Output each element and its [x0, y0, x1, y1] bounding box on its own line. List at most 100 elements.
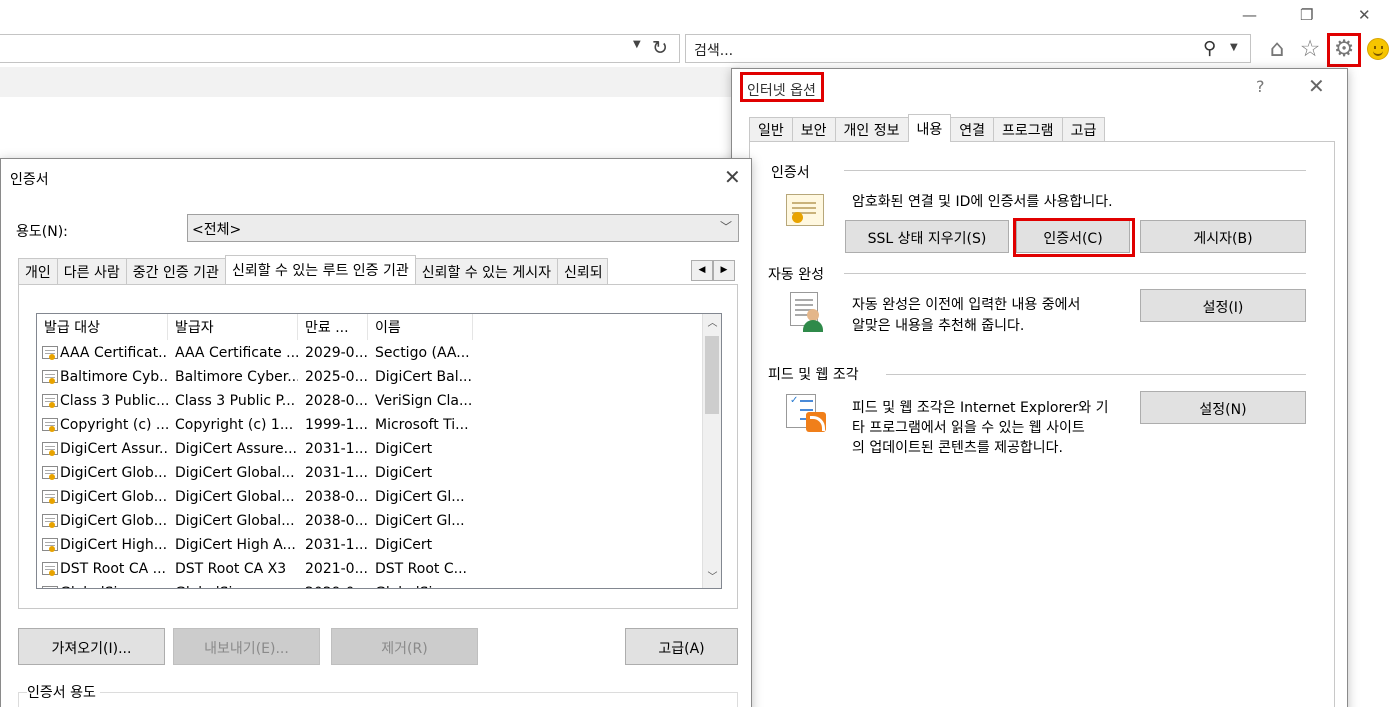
- certificates-description: 암호화된 연결 및 ID에 인증서를 사용합니다.: [852, 194, 1113, 210]
- address-dropdown-icon[interactable]: ▼: [633, 39, 641, 50]
- section-divider: [844, 170, 1306, 171]
- tab-scroll-right-button[interactable]: ▶: [713, 260, 735, 281]
- column-expiration[interactable]: 만료 ...: [298, 314, 368, 340]
- cell-expiration: 1999-1...: [298, 417, 368, 433]
- cell-text: Class 3 Public P...: [175, 393, 296, 409]
- feeds-description-line2: 타 프로그램에서 읽을 수 있는 웹 사이트: [852, 420, 1085, 436]
- table-row[interactable]: DigiCert Glob... DigiCert Global... 2031-1…: [37, 461, 703, 485]
- options-tabs: 일반 보안 개인 정보 내용 연결 프로그램 고급: [749, 114, 1106, 142]
- tab-scroll-left-button[interactable]: ◀: [691, 260, 713, 281]
- cell-issued-by: DigiCert High A...: [168, 537, 298, 553]
- home-icon[interactable]: ⌂: [1263, 35, 1291, 63]
- cell-expiration: 2031-1...: [298, 441, 368, 457]
- tab-connections[interactable]: 연결: [950, 117, 995, 142]
- column-issued-to[interactable]: 발급 대상: [37, 314, 168, 340]
- scroll-thumb[interactable]: [705, 336, 719, 414]
- certificates-dialog: 인증서 ✕ 용도(N): <전체> ﹀ 개인 다른 사람 중간 인증 기관 신뢰…: [0, 158, 752, 707]
- tab-personal[interactable]: 개인: [18, 258, 58, 284]
- cell-issued-to: Baltimore Cyb...: [37, 369, 168, 385]
- scroll-up-icon[interactable]: ︿: [703, 314, 721, 334]
- table-row[interactable]: DigiCert Assur... DigiCert Assure... 2031-…: [37, 437, 703, 461]
- list-scrollbar[interactable]: ︿ ﹀: [702, 314, 721, 588]
- cell-expiration: 2031-1...: [298, 537, 368, 553]
- column-friendly-name[interactable]: 이름: [368, 314, 473, 340]
- cell-text: DigiCert Glob...: [60, 465, 168, 481]
- autocomplete-icon: [790, 292, 824, 332]
- scroll-down-icon[interactable]: ﹀: [703, 568, 721, 588]
- search-input[interactable]: 검색... ⚲ ▼: [685, 34, 1251, 63]
- cell-text: DigiCert Gl...: [375, 489, 465, 505]
- tab-general[interactable]: 일반: [749, 117, 793, 142]
- table-row[interactable]: DST Root CA ... DST Root CA X3 2021-0... DS…: [37, 557, 703, 581]
- search-icon[interactable]: ⚲: [1203, 38, 1216, 59]
- close-button[interactable]: ✕: [1308, 74, 1325, 98]
- cell-text: DigiCert Gl...: [375, 513, 465, 529]
- tab-advanced[interactable]: 고급: [1061, 117, 1106, 142]
- export-button[interactable]: 내보내기(E)...: [173, 628, 320, 665]
- cell-issued-to: DigiCert Glob...: [37, 465, 168, 481]
- close-button[interactable]: ✕: [724, 165, 741, 189]
- table-row[interactable]: DigiCert High... DigiCert High A... 2031-1…: [37, 533, 703, 557]
- cell-text: AAA Certificat...: [60, 345, 168, 361]
- cell-friendly-name: DigiCert: [368, 441, 473, 457]
- feeds-description-line3: 의 업데이트된 콘텐츠를 제공합니다.: [852, 440, 1063, 456]
- help-button[interactable]: ?: [1256, 77, 1265, 96]
- cell-text: GlobalSign: [175, 585, 250, 588]
- cell-text: 2029-0...: [305, 345, 368, 361]
- refresh-icon[interactable]: ↻: [652, 37, 668, 59]
- address-bar[interactable]: [0, 34, 680, 63]
- table-row[interactable]: Copyright (c) ... Copyright (c) 1... 1999-…: [37, 413, 703, 437]
- import-button[interactable]: 가져오기(I)...: [18, 628, 165, 665]
- cell-issued-to: Class 3 Public...: [37, 393, 168, 409]
- tab-trusted-publishers[interactable]: 신뢰할 수 있는 게시자: [414, 258, 559, 284]
- tab-trusted-root-ca[interactable]: 신뢰할 수 있는 루트 인증 기관: [224, 255, 416, 284]
- autocomplete-settings-button[interactable]: 설정(I): [1140, 289, 1306, 322]
- favorites-star-icon[interactable]: ☆: [1296, 35, 1324, 63]
- cell-expiration: 2038-0...: [298, 513, 368, 529]
- table-row[interactable]: DigiCert Glob... DigiCert Global... 2038-0…: [37, 509, 703, 533]
- tab-programs[interactable]: 프로그램: [993, 117, 1063, 142]
- tab-content[interactable]: 내용: [907, 114, 952, 142]
- publishers-button[interactable]: 게시자(B): [1140, 220, 1306, 253]
- clear-ssl-button[interactable]: SSL 상태 지우기(S): [845, 220, 1009, 253]
- cell-text: 2025-0...: [305, 369, 368, 385]
- table-row[interactable]: Baltimore Cyb... Baltimore Cyber... 2025-0…: [37, 365, 703, 389]
- cell-text: Microsoft Ti...: [375, 417, 469, 433]
- cell-issued-by: Class 3 Public P...: [168, 393, 298, 409]
- remove-button[interactable]: 제거(R): [331, 628, 478, 665]
- restore-button[interactable]: ❐: [1300, 6, 1313, 24]
- cell-text: Sectigo (AA...: [375, 345, 470, 361]
- tab-security[interactable]: 보안: [791, 117, 836, 142]
- content-tab-panel: 인증서 암호화된 연결 및 ID에 인증서를 사용합니다. SSL 상태 지우기…: [749, 141, 1335, 707]
- tab-untrusted[interactable]: 신뢰되: [557, 258, 609, 284]
- autocomplete-heading: 자동 완성: [768, 267, 824, 283]
- certificate-icon: [42, 538, 58, 552]
- table-row[interactable]: Class 3 Public... Class 3 Public P... 2028…: [37, 389, 703, 413]
- table-row[interactable]: GlobalSign GlobalSign 2029-0... GlobalSign: [37, 581, 703, 588]
- cell-text: Class 3 Public...: [60, 393, 168, 409]
- tab-scroll-arrows: ◀ ▶: [691, 260, 735, 281]
- search-dropdown-icon[interactable]: ▼: [1230, 42, 1238, 53]
- cell-issued-to: DigiCert Assur...: [37, 441, 168, 457]
- certificate-list[interactable]: 발급 대상 발급자 만료 ... 이름 AAA Certificat... AAA…: [36, 313, 722, 589]
- tab-intermediate-ca[interactable]: 중간 인증 기관: [125, 258, 226, 284]
- cell-expiration: 2038-0...: [298, 489, 368, 505]
- tab-privacy[interactable]: 개인 정보: [834, 117, 909, 142]
- column-issued-by[interactable]: 발급자: [168, 314, 298, 340]
- minimize-button[interactable]: —: [1242, 6, 1257, 24]
- trusted-root-panel: 발급 대상 발급자 만료 ... 이름 AAA Certificat... AAA…: [18, 284, 738, 609]
- window-close-button[interactable]: ✕: [1358, 6, 1371, 24]
- feeds-settings-button[interactable]: 설정(N): [1140, 391, 1306, 424]
- certificate-icon: [42, 346, 58, 360]
- certificates-button-highlight: [1013, 218, 1135, 257]
- purpose-dropdown[interactable]: <전체> ﹀: [187, 214, 739, 242]
- advanced-button[interactable]: 고급(A): [625, 628, 738, 665]
- cell-issued-by: DigiCert Global...: [168, 489, 298, 505]
- tab-other-people[interactable]: 다른 사람: [56, 258, 127, 284]
- table-row[interactable]: AAA Certificat... AAA Certificate ... 2029…: [37, 341, 703, 365]
- cell-text: DigiCert High...: [60, 537, 168, 553]
- cell-text: DigiCert Assure...: [175, 441, 297, 457]
- table-row[interactable]: DigiCert Glob... DigiCert Global... 2038-0…: [37, 485, 703, 509]
- feedback-smiley-icon[interactable]: [1367, 38, 1389, 60]
- cell-friendly-name: Microsoft Ti...: [368, 417, 473, 433]
